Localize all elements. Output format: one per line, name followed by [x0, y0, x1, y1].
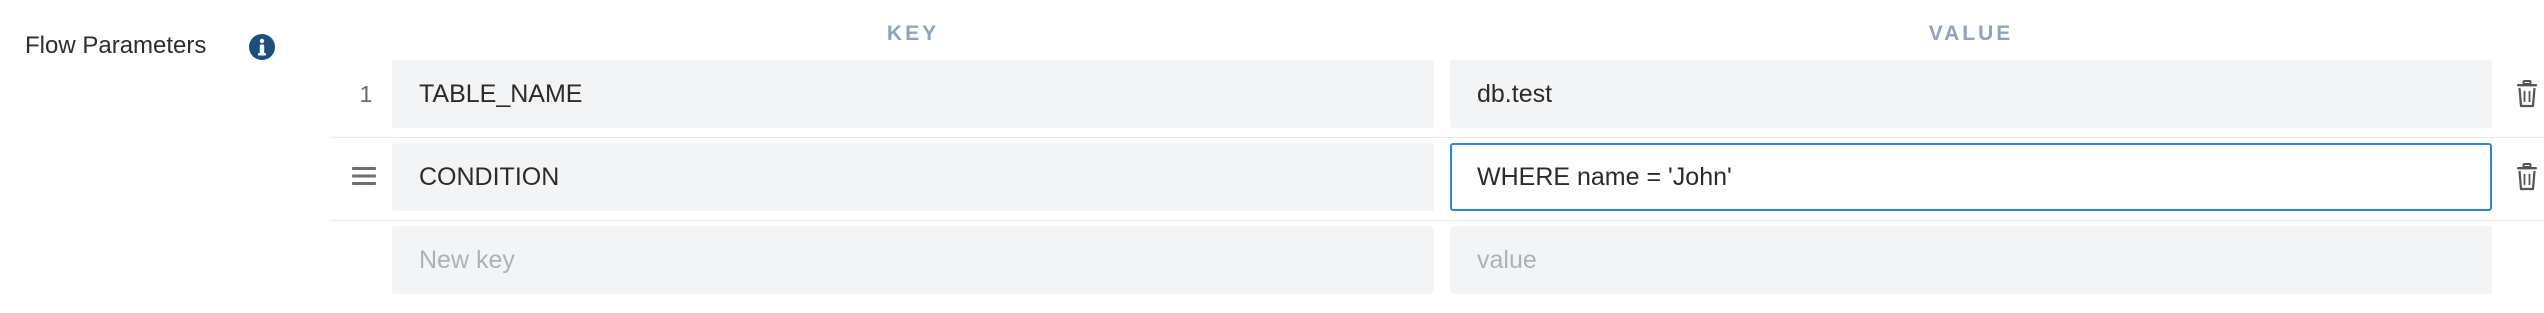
parameter-key-input[interactable] [392, 60, 1434, 128]
flow-parameters-editor: Flow Parameters KEY VALUE 1 [0, 0, 2544, 313]
key-column-header: KEY [886, 22, 940, 45]
parameter-value-input[interactable] [1450, 60, 2492, 128]
parameter-row: 1 [330, 52, 2544, 138]
new-value-input[interactable] [1450, 226, 2492, 294]
flow-parameters-label: Flow Parameters [25, 32, 207, 59]
parameter-key-input[interactable] [392, 143, 1434, 211]
parameter-row [330, 135, 2544, 221]
drag-handle-icon[interactable] [350, 164, 378, 188]
info-icon[interactable] [248, 33, 276, 61]
parameter-value-input[interactable] [1450, 143, 2492, 211]
trash-icon[interactable] [2515, 80, 2539, 108]
value-column-header: VALUE [1928, 22, 2014, 45]
new-key-input[interactable] [392, 226, 1434, 294]
trash-icon[interactable] [2515, 163, 2539, 191]
row-number: 1 [359, 81, 373, 107]
new-parameter-row [330, 218, 2544, 302]
